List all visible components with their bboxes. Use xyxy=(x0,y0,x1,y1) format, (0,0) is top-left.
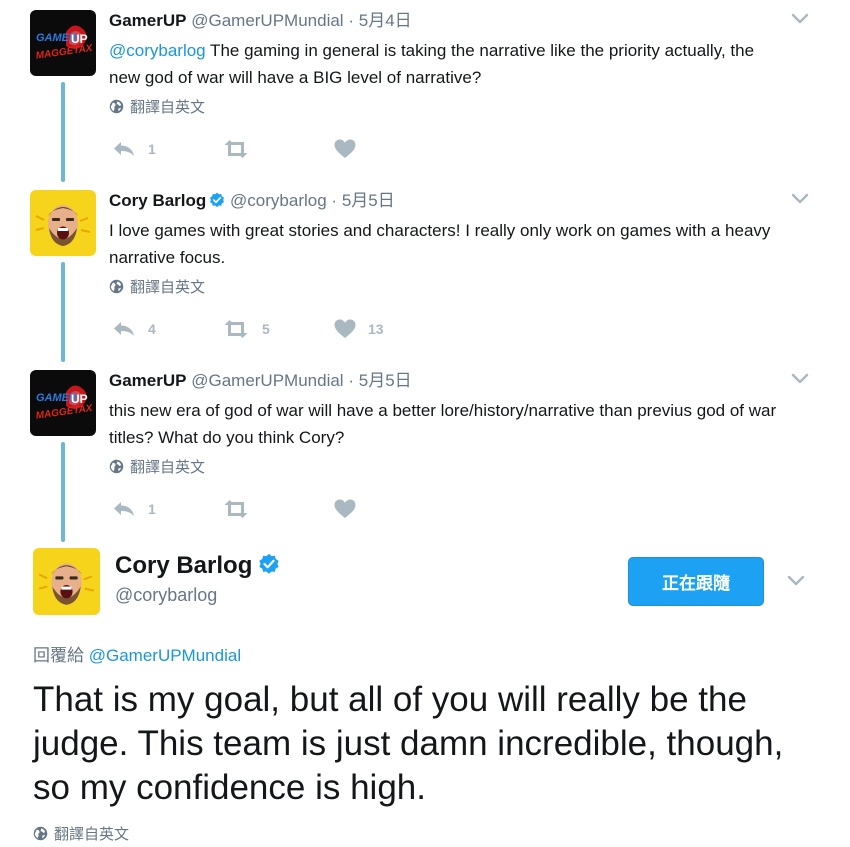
tweet-header: Cory Barlog @corybarlog · 5月5日 xyxy=(109,190,395,212)
main-name-text: Cory Barlog xyxy=(115,552,253,579)
mention-link[interactable]: @corybarlog xyxy=(109,41,206,60)
heart-icon xyxy=(334,319,356,338)
heart-icon xyxy=(334,139,356,158)
username[interactable]: @corybarlog xyxy=(230,191,327,210)
verified-icon xyxy=(210,192,225,208)
reply-context: 回覆給 @GamerUPMundial xyxy=(33,645,241,667)
reply-icon xyxy=(114,322,134,336)
avatar-corybarlog[interactable] xyxy=(30,190,96,256)
reply-button[interactable]: 4 xyxy=(112,317,156,341)
chevron-down-icon[interactable] xyxy=(790,192,810,206)
like-count: 13 xyxy=(368,321,384,337)
chevron-down-icon[interactable] xyxy=(790,12,810,26)
tweet-text: I love games with great stories and char… xyxy=(109,221,771,267)
verified-icon xyxy=(259,553,279,574)
tweet-text: this new era of god of war will have a b… xyxy=(109,401,777,447)
chevron-down-icon[interactable] xyxy=(790,372,810,386)
avatar-corybarlog-main[interactable] xyxy=(33,548,100,615)
retweet-button[interactable]: 5 xyxy=(222,317,270,341)
tweet-header: GamerUP @GamerUPMundial · 5月5日 xyxy=(109,370,412,392)
cory-avatar-icon xyxy=(33,548,100,615)
reply-to-link[interactable]: @GamerUPMundial xyxy=(89,646,241,665)
main-tweet-text: That is my goal, but all of you will rea… xyxy=(33,680,784,807)
heart-icon xyxy=(334,499,356,518)
username[interactable]: @GamerUPMundial xyxy=(191,11,343,30)
cory-avatar-icon xyxy=(30,190,96,256)
like-button[interactable] xyxy=(334,137,368,161)
retweet-icon xyxy=(224,140,248,158)
avatar-gamerup[interactable]: GAMER UP MAGGETAX xyxy=(30,370,96,436)
display-name[interactable]: GamerUP xyxy=(109,371,186,390)
globe-icon xyxy=(33,826,48,841)
tweet-header: GamerUP @GamerUPMundial · 5月4日 xyxy=(109,10,412,32)
tweet-3[interactable]: GAMER UP MAGGETAX GamerUP @GamerUPMundia… xyxy=(0,364,850,534)
display-name[interactable]: Cory Barlog xyxy=(109,191,206,210)
chevron-down-icon[interactable] xyxy=(786,574,806,588)
reply-button[interactable]: 1 xyxy=(112,137,156,161)
translate-link[interactable]: 翻譯自英文 xyxy=(109,458,205,478)
like-button[interactable] xyxy=(334,497,368,521)
globe-icon xyxy=(109,279,124,294)
retweet-icon xyxy=(224,320,248,338)
translate-link[interactable]: 翻譯自英文 xyxy=(33,825,129,845)
tweet-date[interactable]: 5月5日 xyxy=(342,191,395,210)
reply-count: 1 xyxy=(148,141,156,157)
separator: · xyxy=(331,191,338,210)
translate-link[interactable]: 翻譯自英文 xyxy=(109,278,205,298)
retweet-count: 5 xyxy=(262,321,270,337)
translate-label: 翻譯自英文 xyxy=(130,459,206,476)
reply-button[interactable]: 1 xyxy=(112,497,156,521)
reply-prefix: 回覆給 xyxy=(33,646,84,665)
conversation-view: GAMER UP MAGGETAX GamerUP @GamerUPMundia… xyxy=(0,0,850,847)
separator: · xyxy=(348,11,354,30)
gamerup-logo-icon: GAMER UP MAGGETAX xyxy=(30,10,96,76)
tweet-date[interactable]: 5月5日 xyxy=(359,371,412,390)
main-username[interactable]: @corybarlog xyxy=(115,584,217,606)
tweet-1[interactable]: GAMER UP MAGGETAX GamerUP @GamerUPMundia… xyxy=(0,4,850,174)
tweet-2[interactable]: Cory Barlog @corybarlog · 5月5日 I love ga… xyxy=(0,184,850,354)
tweet-text: @corybarlog The gaming in general is tak… xyxy=(109,37,789,91)
username[interactable]: @GamerUPMundial xyxy=(191,371,343,390)
main-display-name[interactable]: Cory Barlog xyxy=(115,551,280,581)
like-button[interactable]: 13 xyxy=(334,317,384,341)
display-name[interactable]: GamerUP xyxy=(109,11,186,30)
translate-link[interactable]: 翻譯自英文 xyxy=(109,98,205,118)
retweet-icon xyxy=(224,500,248,518)
retweet-button[interactable] xyxy=(222,137,262,161)
tweet-date[interactable]: 5月4日 xyxy=(359,11,412,30)
retweet-button[interactable] xyxy=(222,497,262,521)
following-button[interactable]: 正在跟隨 xyxy=(628,557,764,606)
reply-icon xyxy=(114,142,134,156)
reply-count: 4 xyxy=(148,321,156,337)
gamerup-logo-icon: GAMER UP MAGGETAX xyxy=(30,370,96,436)
translate-label: 翻譯自英文 xyxy=(130,279,206,296)
reply-count: 1 xyxy=(148,501,156,517)
separator: · xyxy=(348,371,354,390)
translate-label: 翻譯自英文 xyxy=(54,826,130,843)
reply-icon xyxy=(114,502,134,516)
translate-label: 翻譯自英文 xyxy=(130,99,206,116)
avatar-gamerup[interactable]: GAMER UP MAGGETAX xyxy=(30,10,96,76)
globe-icon xyxy=(109,99,124,114)
tweet-text-content: The gaming in general is taking the narr… xyxy=(109,41,755,87)
globe-icon xyxy=(109,459,124,474)
